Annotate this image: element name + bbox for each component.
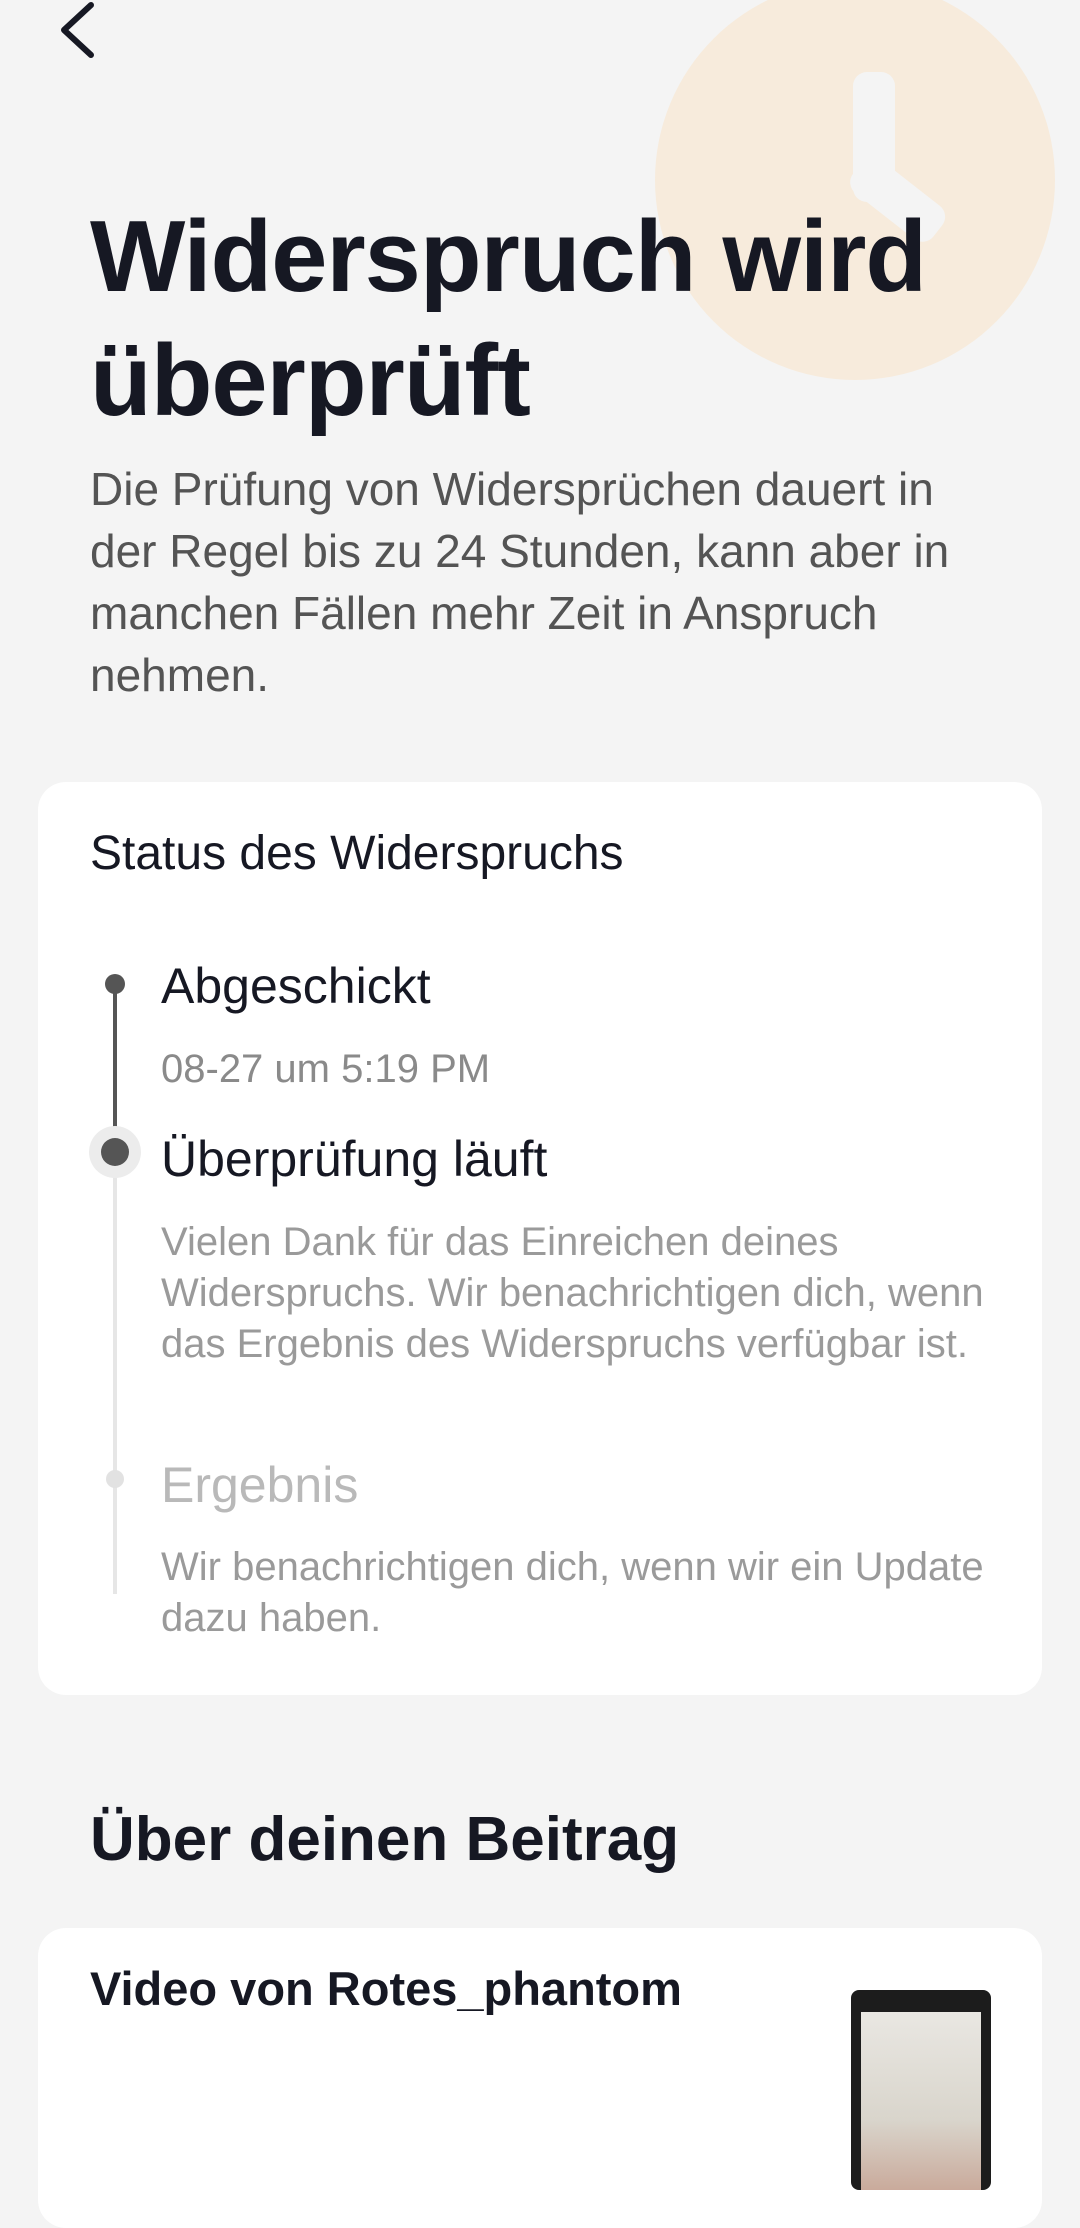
- step-text-result: Wir benachrichtigen dich, wenn wir ein U…: [161, 1545, 984, 1640]
- step-text-review: Vielen Dank für das Einreichen deines Wi…: [161, 1220, 984, 1366]
- post-section-title: Über deinen Beitrag: [90, 1805, 680, 1874]
- chevron-left-icon: [61, 2, 94, 58]
- step-dot-review: [101, 1138, 129, 1166]
- status-card-title: Status des Widerspruchs: [90, 827, 624, 880]
- timeline-line-pending: [113, 1174, 117, 1594]
- appeal-status-card: Status des Widerspruchs Abgeschickt 08-2…: [38, 782, 1042, 1695]
- post-card[interactable]: Video von Rotes_phantom: [38, 1928, 1042, 2228]
- post-title: Video von Rotes_phantom: [90, 1962, 682, 2015]
- step-date-submitted: 08-27 um 5:19 PM: [161, 1047, 491, 1091]
- page-title: Widerspruch wird überprüft: [90, 201, 927, 437]
- step-title-result: Ergebnis: [161, 1457, 359, 1513]
- back-button[interactable]: [45, 0, 105, 60]
- video-thumbnail[interactable]: [851, 1990, 991, 2190]
- step-title-review: Überprüfung läuft: [161, 1131, 548, 1187]
- step-dot-result: [106, 1470, 124, 1488]
- page-subtitle: Die Prüfung von Widersprüchen dauert in …: [90, 463, 950, 701]
- step-dot-submitted: [105, 974, 125, 994]
- step-title-submitted: Abgeschickt: [161, 958, 431, 1014]
